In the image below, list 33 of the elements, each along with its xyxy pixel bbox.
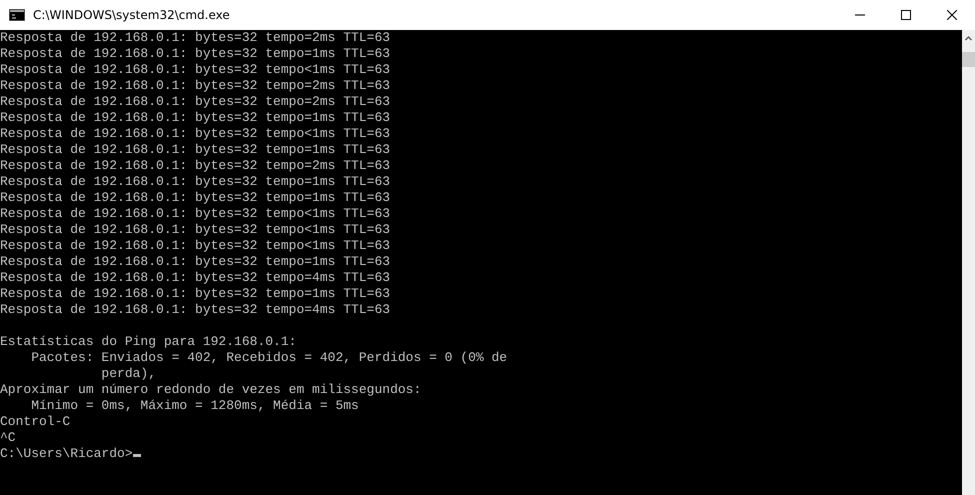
console-line: Resposta de 192.168.0.1: bytes=32 tempo=4ms TTL=63 (0, 270, 390, 286)
console-line: Resposta de 192.168.0.1: bytes=32 tempo=2ms TTL=63 (0, 78, 390, 94)
console-line: Resposta de 192.168.0.1: bytes=32 tempo<1ms TTL=63 (0, 126, 390, 142)
console-line: Resposta de 192.168.0.1: bytes=32 tempo=1ms TTL=63 (0, 174, 390, 190)
console-line: Resposta de 192.168.0.1: bytes=32 tempo=4ms TTL=63 (0, 302, 390, 318)
console-line: ^C (0, 430, 16, 446)
window-title: C:\WINDOWS\system32\cmd.exe (33, 8, 231, 22)
console-line: Mínimo = 0ms, Máximo = 1280ms, Média = 5ms (30, 398, 359, 414)
console-line: Resposta de 192.168.0.1: bytes=32 tempo=1ms TTL=63 (0, 254, 390, 270)
console-line: Resposta de 192.168.0.1: bytes=32 tempo=2ms TTL=63 (0, 158, 390, 174)
console-line: Resposta de 192.168.0.1: bytes=32 tempo=1ms TTL=63 (0, 46, 390, 62)
scroll-thumb[interactable] (962, 52, 975, 67)
console-line: Resposta de 192.168.0.1: bytes=32 tempo<1ms TTL=63 (0, 206, 390, 222)
close-icon (947, 10, 957, 20)
console-icon (9, 9, 25, 21)
console-line: Resposta de 192.168.0.1: bytes=32 tempo<1ms TTL=63 (0, 222, 390, 238)
console-line: Estatísticas do Ping para 192.168.0.1: (0, 334, 296, 350)
console-line: Resposta de 192.168.0.1: bytes=32 tempo=1ms TTL=63 (0, 142, 390, 158)
text-cursor (132, 454, 141, 457)
console-line: Pacotes: Enviados = 402, Recebidos = 402, Perdidos = 0 (0% de (30, 350, 508, 366)
scrollbar[interactable] (962, 30, 975, 495)
console-line: Resposta de 192.168.0.1: bytes=32 tempo=2ms TTL=63 (0, 30, 390, 46)
console-line: Resposta de 192.168.0.1: bytes=32 tempo<1ms TTL=63 (0, 62, 390, 78)
console-line: Resposta de 192.168.0.1: bytes=32 tempo=1ms TTL=63 (0, 286, 390, 302)
console-line: Resposta de 192.168.0.1: bytes=32 tempo=1ms TTL=63 (0, 110, 390, 126)
console-line: Resposta de 192.168.0.1: bytes=32 tempo=2ms TTL=63 (0, 94, 390, 110)
console-line: Resposta de 192.168.0.1: bytes=32 tempo=1ms TTL=63 (0, 190, 390, 206)
console-line: perda), (100, 366, 156, 382)
command-prompt: C:\Users\Ricardo> (0, 446, 133, 462)
console-line: Aproximar um número redondo de vezes em milissegundos: (0, 382, 422, 398)
console-line: Control-C (0, 414, 70, 430)
maximize-icon (901, 10, 911, 20)
console-line: Resposta de 192.168.0.1: bytes=32 tempo<1ms TTL=63 (0, 238, 390, 254)
